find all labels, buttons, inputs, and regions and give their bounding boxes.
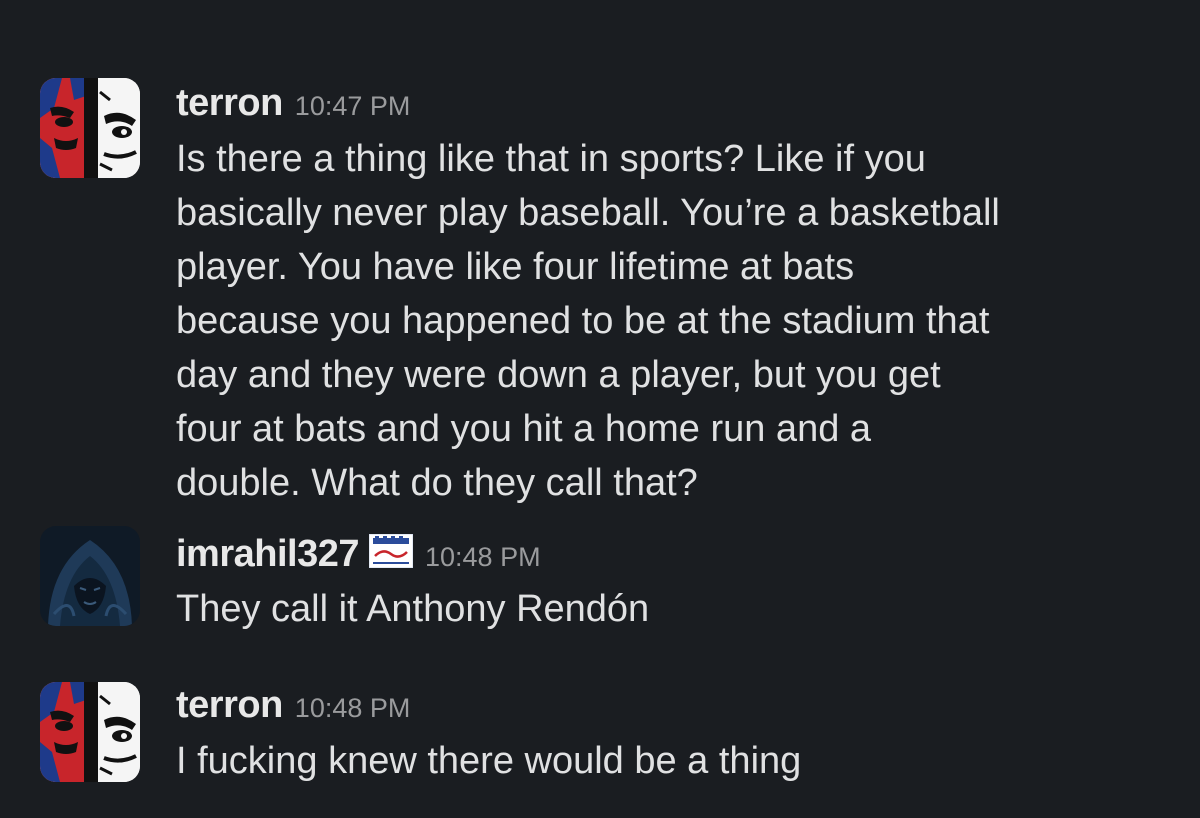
message-text: They call it Anthony Rendón xyxy=(176,588,650,630)
timestamp[interactable]: 10:48 PM xyxy=(295,693,411,724)
message-content: terron 10:48 PM I fucking knew there wou… xyxy=(176,684,1170,788)
user-avatar[interactable] xyxy=(40,78,140,178)
message-header: terron 10:47 PM xyxy=(176,82,1170,132)
face-art-avatar-icon xyxy=(40,78,140,178)
user-avatar[interactable] xyxy=(40,682,140,782)
timestamp[interactable]: 10:47 PM xyxy=(295,91,411,122)
message-text: Is there a thing like that in sports? Li… xyxy=(176,138,1000,504)
message-text: I fucking knew there would be a thing xyxy=(176,740,802,782)
username[interactable]: terron xyxy=(176,684,283,727)
message-header: terron 10:48 PM xyxy=(176,684,1170,734)
face-art-avatar-icon xyxy=(40,682,140,782)
hooded-figure-avatar-icon xyxy=(40,526,140,626)
message-content: terron 10:47 PM Is there a thing like th… xyxy=(176,82,1170,510)
message-content: imrahil327 10:48 PM They call it Anthony… xyxy=(176,532,1170,636)
custom-emoji-badge-icon[interactable] xyxy=(368,533,414,569)
username[interactable]: imrahil327 xyxy=(176,533,360,576)
message-header: imrahil327 10:48 PM xyxy=(176,532,1170,582)
timestamp[interactable]: 10:48 PM xyxy=(425,542,541,573)
username[interactable]: terron xyxy=(176,82,283,125)
user-avatar[interactable] xyxy=(40,526,140,626)
